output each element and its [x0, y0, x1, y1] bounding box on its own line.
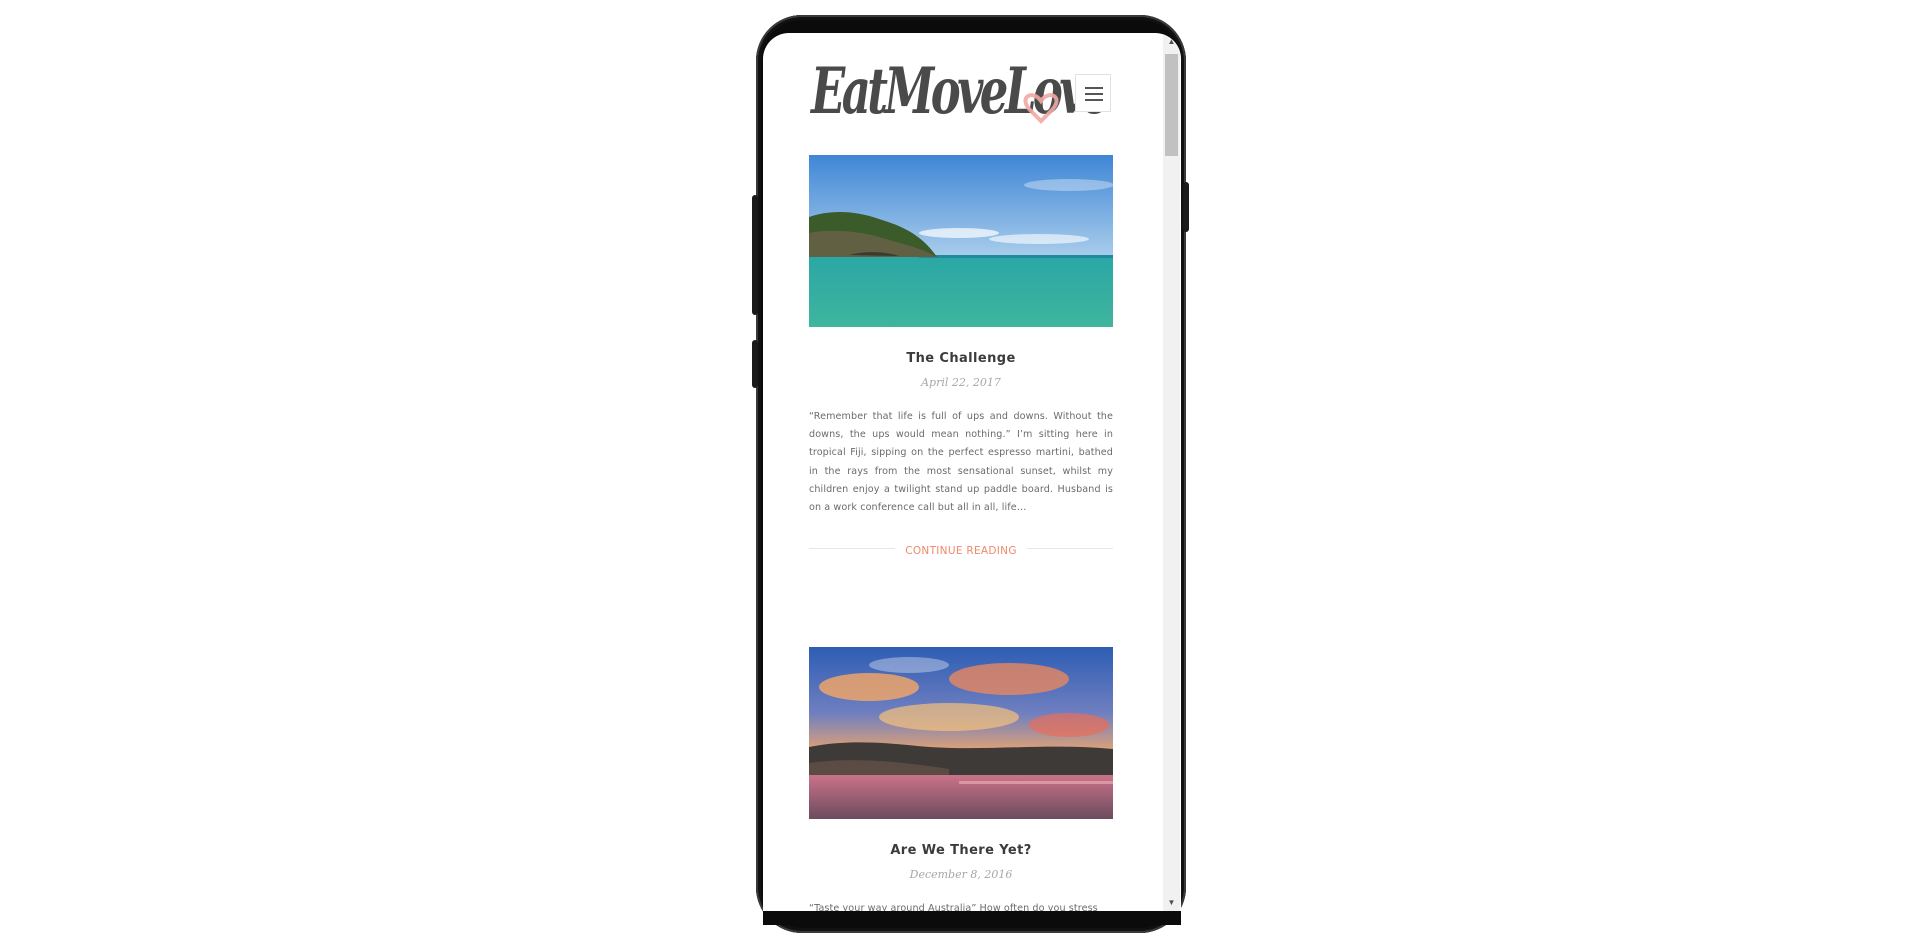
- post-title[interactable]: The Challenge: [809, 351, 1113, 366]
- side-button-left-lower: [752, 340, 758, 388]
- side-button-right: [1183, 182, 1189, 232]
- page-content: EatMoveLove The Challenge April 22, 2017…: [763, 33, 1159, 911]
- post-excerpt: “Taste your way around Australia” How of…: [809, 903, 1098, 911]
- post-card: The Challenge April 22, 2017 “Remember t…: [809, 155, 1113, 558]
- menu-toggle-button[interactable]: [1075, 74, 1111, 112]
- scroll-down-arrow-icon[interactable]: ▼: [1163, 894, 1180, 911]
- post-image-sunset-lake[interactable]: [809, 647, 1113, 819]
- phone-screen: EatMoveLove The Challenge April 22, 2017…: [763, 33, 1181, 911]
- post-date: April 22, 2017: [921, 376, 1001, 389]
- phone-bottom-bezel: [763, 911, 1181, 925]
- post-card: Are We There Yet? December 8, 2016 “Tast…: [809, 647, 1113, 911]
- post-date: December 8, 2016: [909, 868, 1013, 881]
- continue-reading-link[interactable]: CONTINUE READING: [895, 545, 1027, 558]
- post-excerpt: “Remember that life is full of ups and d…: [809, 411, 1113, 514]
- scroll-up-arrow-icon[interactable]: ▲: [1163, 33, 1180, 50]
- scrollbar-thumb[interactable]: [1165, 54, 1178, 156]
- post-image-island-sea[interactable]: [809, 155, 1113, 327]
- continue-reading-row: CONTINUE READING: [809, 541, 1113, 558]
- vertical-scrollbar[interactable]: ▲ ▼: [1163, 33, 1180, 911]
- post-title[interactable]: Are We There Yet?: [809, 843, 1113, 858]
- logo-text: EatMoveLove: [810, 54, 1109, 129]
- site-logo[interactable]: EatMoveLove: [809, 49, 1113, 139]
- side-button-left-upper: [752, 195, 758, 315]
